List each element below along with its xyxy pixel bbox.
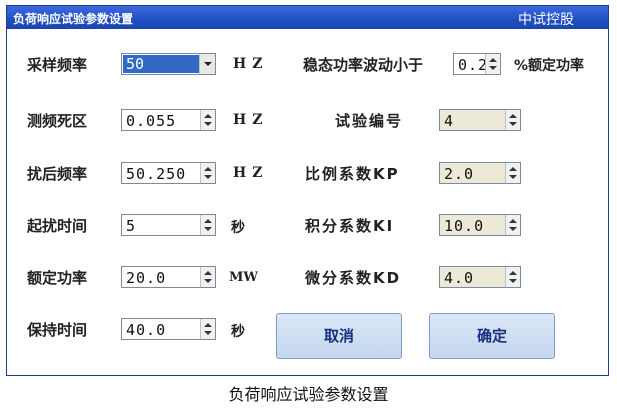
window-title: 负荷响应试验参数设置 xyxy=(13,12,134,26)
dead-zone-unit: HZ xyxy=(233,112,269,128)
spin-up-icon[interactable] xyxy=(509,114,517,118)
spin-down-icon[interactable] xyxy=(204,279,212,283)
spin-down-icon[interactable] xyxy=(509,227,517,231)
spin-buttons[interactable] xyxy=(485,54,500,74)
spin-up-icon[interactable] xyxy=(509,219,517,223)
rated-power-label: 额定功率 xyxy=(27,269,88,287)
spin-buttons[interactable] xyxy=(505,215,520,235)
spin-up-icon[interactable] xyxy=(204,219,212,223)
kp-label: 比例系数KP xyxy=(305,165,400,183)
spin-down-icon[interactable] xyxy=(489,66,497,70)
post-freq-input[interactable]: 50.250 xyxy=(121,162,216,184)
dead-zone-input[interactable]: 0.055 xyxy=(121,109,216,131)
spin-buttons[interactable] xyxy=(200,163,215,183)
spin-down-icon[interactable] xyxy=(509,122,517,126)
sample-freq-value: 50 xyxy=(123,55,199,73)
spin-buttons[interactable] xyxy=(505,163,520,183)
post-freq-unit: HZ xyxy=(233,165,269,181)
spin-down-icon[interactable] xyxy=(204,331,212,335)
hold-time-label: 保持时间 xyxy=(27,321,88,339)
spin-up-icon[interactable] xyxy=(204,323,212,327)
kd-value: 4.0 xyxy=(444,269,475,287)
sample-freq-unit: HZ xyxy=(233,56,269,72)
rated-power-value: 20.0 xyxy=(126,269,167,287)
spin-down-icon[interactable] xyxy=(509,279,517,283)
rated-power-unit: MW xyxy=(229,270,258,285)
dead-zone-value: 0.055 xyxy=(126,112,177,130)
rated-power-input[interactable]: 20.0 xyxy=(121,266,216,288)
ok-button[interactable]: 确定 xyxy=(429,313,555,359)
hold-time-input[interactable]: 40.0 xyxy=(121,318,216,340)
post-freq-value: 50.250 xyxy=(126,165,187,183)
window-right-title: 中试控股 xyxy=(518,12,574,28)
start-time-label: 起扰时间 xyxy=(27,217,88,235)
dialog-body: 采样频率 50 HZ 测频死区 0.055 HZ 扰后频率 50.250 HZ … xyxy=(7,29,608,375)
kp-input[interactable]: 2.0 xyxy=(439,162,521,184)
spin-up-icon[interactable] xyxy=(489,58,497,62)
figure-caption: 负荷响应试验参数设置 xyxy=(228,385,389,404)
test-no-label: 试验编号 xyxy=(335,112,404,130)
spin-buttons[interactable] xyxy=(505,110,520,130)
ki-value: 10.0 xyxy=(444,217,485,235)
spin-down-icon[interactable] xyxy=(204,175,212,179)
steady-input[interactable]: 0.2 xyxy=(453,53,501,75)
dialog-window: 负荷响应试验参数设置 中试控股 采样频率 50 HZ 测频死区 0.055 HZ… xyxy=(6,5,609,376)
spin-up-icon[interactable] xyxy=(204,271,212,275)
test-no-value: 4 xyxy=(444,112,455,130)
steady-value: 0.2 xyxy=(458,56,489,74)
post-freq-label: 扰后频率 xyxy=(27,165,88,183)
cancel-button[interactable]: 取消 xyxy=(276,313,402,359)
ki-label: 积分系数KI xyxy=(305,217,395,235)
ki-input[interactable]: 10.0 xyxy=(439,214,521,236)
spin-up-icon[interactable] xyxy=(509,167,517,171)
dropdown-arrow-button[interactable] xyxy=(199,54,215,74)
spin-up-icon[interactable] xyxy=(204,167,212,171)
spin-down-icon[interactable] xyxy=(509,175,517,179)
kd-input[interactable]: 4.0 xyxy=(439,266,521,288)
steady-unit: %额定功率 xyxy=(514,58,585,74)
start-time-unit: 秒 xyxy=(231,220,251,236)
start-time-value: 5 xyxy=(126,217,137,235)
title-bar: 负荷响应试验参数设置 中试控股 xyxy=(7,6,608,29)
spin-buttons[interactable] xyxy=(200,215,215,235)
hold-time-value: 40.0 xyxy=(126,321,167,339)
dead-zone-label: 测频死区 xyxy=(27,112,88,130)
kd-label: 微分系数KD xyxy=(305,269,402,287)
hold-time-unit: 秒 xyxy=(231,324,251,340)
test-no-input[interactable]: 4 xyxy=(439,109,521,131)
sample-freq-select[interactable]: 50 xyxy=(121,53,216,75)
spin-buttons[interactable] xyxy=(200,110,215,130)
kp-value: 2.0 xyxy=(444,165,475,183)
spin-buttons[interactable] xyxy=(505,267,520,287)
spin-buttons[interactable] xyxy=(200,267,215,287)
sample-freq-label: 采样频率 xyxy=(27,56,88,74)
chevron-down-icon xyxy=(204,62,212,66)
steady-label: 稳态功率波动小于 xyxy=(303,56,424,74)
start-time-input[interactable]: 5 xyxy=(121,214,216,236)
spin-up-icon[interactable] xyxy=(204,114,212,118)
spin-up-icon[interactable] xyxy=(509,271,517,275)
spin-down-icon[interactable] xyxy=(204,227,212,231)
spin-down-icon[interactable] xyxy=(204,122,212,126)
spin-buttons[interactable] xyxy=(200,319,215,339)
